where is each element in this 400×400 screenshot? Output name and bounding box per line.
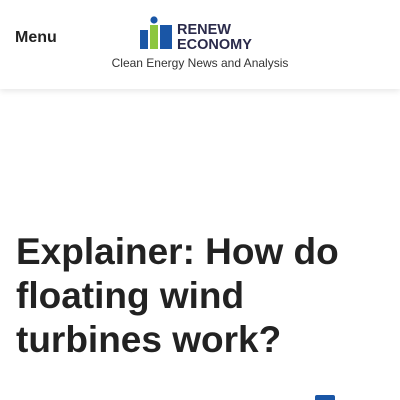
site-header: Menu RENEW ECONOMY Clean Energy News and… xyxy=(0,0,400,89)
logo-line-1: RENEW xyxy=(177,22,231,38)
article-title: Explainer: How do floating wind turbines… xyxy=(16,231,339,360)
share-icon[interactable] xyxy=(315,395,335,400)
renew-economy-logo-icon: RENEW ECONOMY xyxy=(140,16,252,52)
site-tagline: Clean Energy News and Analysis xyxy=(111,56,289,70)
logo-line-2: ECONOMY xyxy=(177,37,252,52)
page: Menu RENEW ECONOMY Clean Energy News and… xyxy=(0,0,400,400)
site-logo[interactable]: RENEW ECONOMY xyxy=(139,16,263,52)
menu-button[interactable]: Menu xyxy=(15,27,57,49)
